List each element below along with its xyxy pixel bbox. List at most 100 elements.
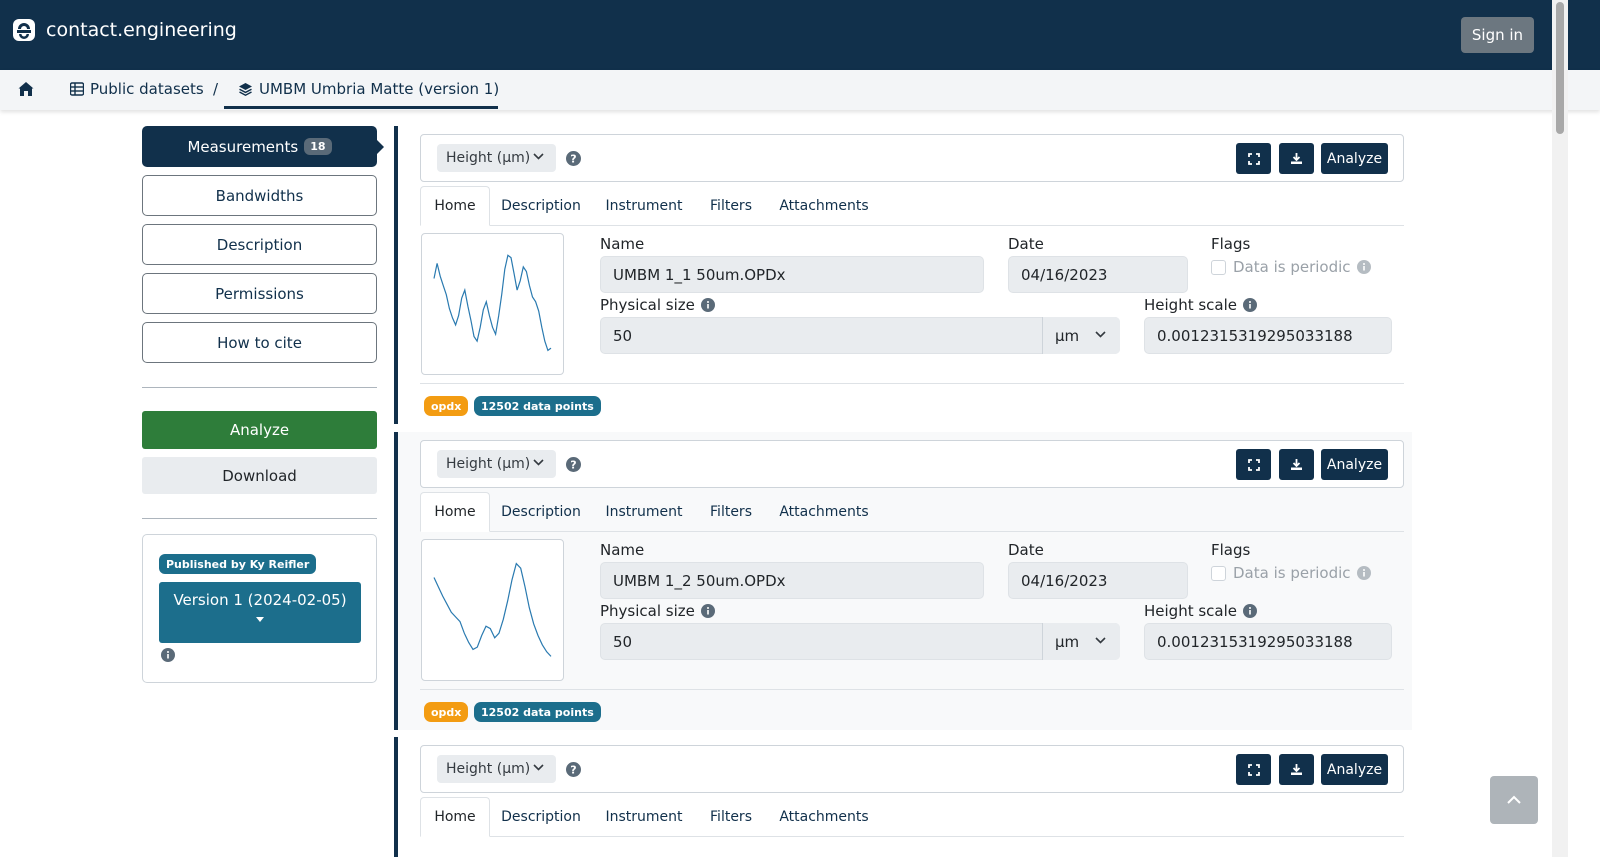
height-scale-label: Height scale: [1144, 296, 1257, 314]
download-measurement-button[interactable]: [1279, 449, 1314, 480]
version-dropdown[interactable]: Version 1 (2024-02-05): [159, 582, 361, 643]
published-by-badge: Published by Ky Reifler: [159, 554, 316, 574]
breadcrumb-dataset[interactable]: UMBM Umbria Matte (version 1): [238, 80, 499, 98]
periodic-label-text: Data is periodic: [1233, 258, 1351, 276]
info-icon[interactable]: [1243, 604, 1257, 618]
tab-home[interactable]: Home: [420, 186, 490, 226]
chevron-down-icon: [1095, 331, 1106, 338]
info-icon[interactable]: [1357, 260, 1371, 274]
measurement-card: Height (µm) ? Analyze Home Description I…: [394, 126, 1412, 424]
breadcrumb-active-indicator: [224, 106, 498, 109]
periodic-checkbox[interactable]: [1211, 566, 1226, 581]
logo-icon: [12, 18, 36, 42]
active-arrow: [377, 140, 384, 154]
sign-in-button[interactable]: Sign in: [1461, 17, 1534, 53]
data-type-select[interactable]: Height (µm): [437, 755, 556, 783]
info-icon[interactable]: [161, 648, 175, 662]
measurement-tabs: Home Description Instrument Filters Atta…: [420, 186, 1404, 226]
brand-link[interactable]: contact.engineering: [12, 18, 237, 42]
tab-filters[interactable]: Filters: [705, 797, 757, 837]
height-scale-field[interactable]: 0.0012315319295033188: [1144, 623, 1392, 660]
tab-instrument[interactable]: Instrument: [602, 492, 686, 532]
chevron-down-icon: [533, 459, 544, 466]
physical-size-field[interactable]: 50 µm: [600, 623, 1120, 660]
unit-select[interactable]: µm: [1042, 317, 1120, 354]
analyze-button[interactable]: Analyze: [142, 411, 377, 449]
fullscreen-button[interactable]: [1236, 143, 1271, 174]
physical-size-label-text: Physical size: [600, 296, 695, 314]
expand-icon: [1248, 764, 1260, 776]
tab-description[interactable]: Description: [498, 492, 584, 532]
help-icon[interactable]: ?: [566, 151, 581, 166]
info-icon[interactable]: [1243, 298, 1257, 312]
card-toolbar: Height (µm) ? Analyze: [420, 134, 1404, 182]
tab-filters[interactable]: Filters: [705, 492, 757, 532]
download-measurement-button[interactable]: [1279, 143, 1314, 174]
help-icon[interactable]: ?: [566, 457, 581, 472]
sidebar-item-bandwidths[interactable]: Bandwidths: [142, 175, 377, 216]
sidebar-item-measurements[interactable]: Measurements 18: [142, 126, 377, 167]
publication-card: Published by Ky Reifler Version 1 (2024-…: [142, 534, 377, 683]
download-icon: [1290, 763, 1303, 776]
caret-down-icon: [256, 617, 264, 622]
periodic-label-text: Data is periodic: [1233, 564, 1351, 582]
name-field[interactable]: UMBM 1_1 50um.OPDx: [600, 256, 984, 293]
tab-attachments[interactable]: Attachments: [775, 492, 873, 532]
data-points-badge: 12502 data points: [474, 702, 601, 722]
info-icon[interactable]: [1357, 566, 1371, 580]
format-badge: opdx: [424, 396, 468, 416]
measurement-thumbnail[interactable]: [421, 233, 564, 375]
name-field[interactable]: UMBM 1_2 50um.OPDx: [600, 562, 984, 599]
analyze-measurement-button[interactable]: Analyze: [1321, 754, 1388, 785]
card-toolbar: Height (µm) ? Analyze: [420, 745, 1404, 793]
tab-instrument[interactable]: Instrument: [602, 186, 686, 226]
date-field[interactable]: 04/16/2023: [1008, 256, 1188, 293]
chevron-down-icon: [1095, 637, 1106, 644]
height-scale-label-text: Height scale: [1144, 602, 1237, 620]
count-badge: 18: [304, 138, 331, 155]
profile-line: [434, 255, 551, 350]
periodic-label: Data is periodic: [1233, 564, 1371, 582]
unit-select[interactable]: µm: [1042, 623, 1120, 660]
info-icon[interactable]: [701, 298, 715, 312]
scroll-to-top-button[interactable]: [1490, 776, 1538, 824]
breadcrumb-separator: /: [213, 80, 218, 98]
fullscreen-button[interactable]: [1236, 754, 1271, 785]
info-icon[interactable]: [701, 604, 715, 618]
card-accent-bar: [394, 126, 398, 424]
tab-attachments[interactable]: Attachments: [775, 797, 873, 837]
version-label: Version 1 (2024-02-05): [173, 591, 346, 609]
analyze-measurement-button[interactable]: Analyze: [1321, 449, 1388, 480]
date-field[interactable]: 04/16/2023: [1008, 562, 1188, 599]
download-measurement-button[interactable]: [1279, 754, 1314, 785]
home-icon[interactable]: [17, 80, 35, 98]
fullscreen-button[interactable]: [1236, 449, 1271, 480]
analyze-measurement-button[interactable]: Analyze: [1321, 143, 1388, 174]
data-type-select[interactable]: Height (µm): [437, 144, 556, 172]
data-type-select[interactable]: Height (µm): [437, 450, 556, 478]
tab-description[interactable]: Description: [498, 186, 584, 226]
height-scale-field[interactable]: 0.0012315319295033188: [1144, 317, 1392, 354]
profile-plot: [422, 540, 563, 680]
help-icon[interactable]: ?: [566, 762, 581, 777]
tab-home[interactable]: Home: [420, 797, 490, 837]
periodic-checkbox[interactable]: [1211, 260, 1226, 275]
sidebar-item-description[interactable]: Description: [142, 224, 377, 265]
unit-value: µm: [1055, 327, 1079, 345]
download-button[interactable]: Download: [142, 457, 377, 494]
physical-size-field[interactable]: 50 µm: [600, 317, 1120, 354]
sidebar-item-how-to-cite[interactable]: How to cite: [142, 322, 377, 363]
sidebar-item-permissions[interactable]: Permissions: [142, 273, 377, 314]
tab-filters[interactable]: Filters: [705, 186, 757, 226]
scrollbar-thumb[interactable]: [1556, 2, 1564, 134]
tab-instrument[interactable]: Instrument: [602, 797, 686, 837]
flags-label: Flags: [1211, 235, 1250, 253]
tab-attachments[interactable]: Attachments: [775, 186, 873, 226]
measurement-thumbnail[interactable]: [421, 539, 564, 681]
breadcrumb: Public datasets / UMBM Umbria Matte (ver…: [0, 70, 1600, 110]
breadcrumb-public-datasets[interactable]: Public datasets: [70, 80, 204, 98]
tab-description[interactable]: Description: [498, 797, 584, 837]
profile-plot: [422, 234, 563, 374]
physical-size-label: Physical size: [600, 296, 715, 314]
tab-home[interactable]: Home: [420, 492, 490, 532]
